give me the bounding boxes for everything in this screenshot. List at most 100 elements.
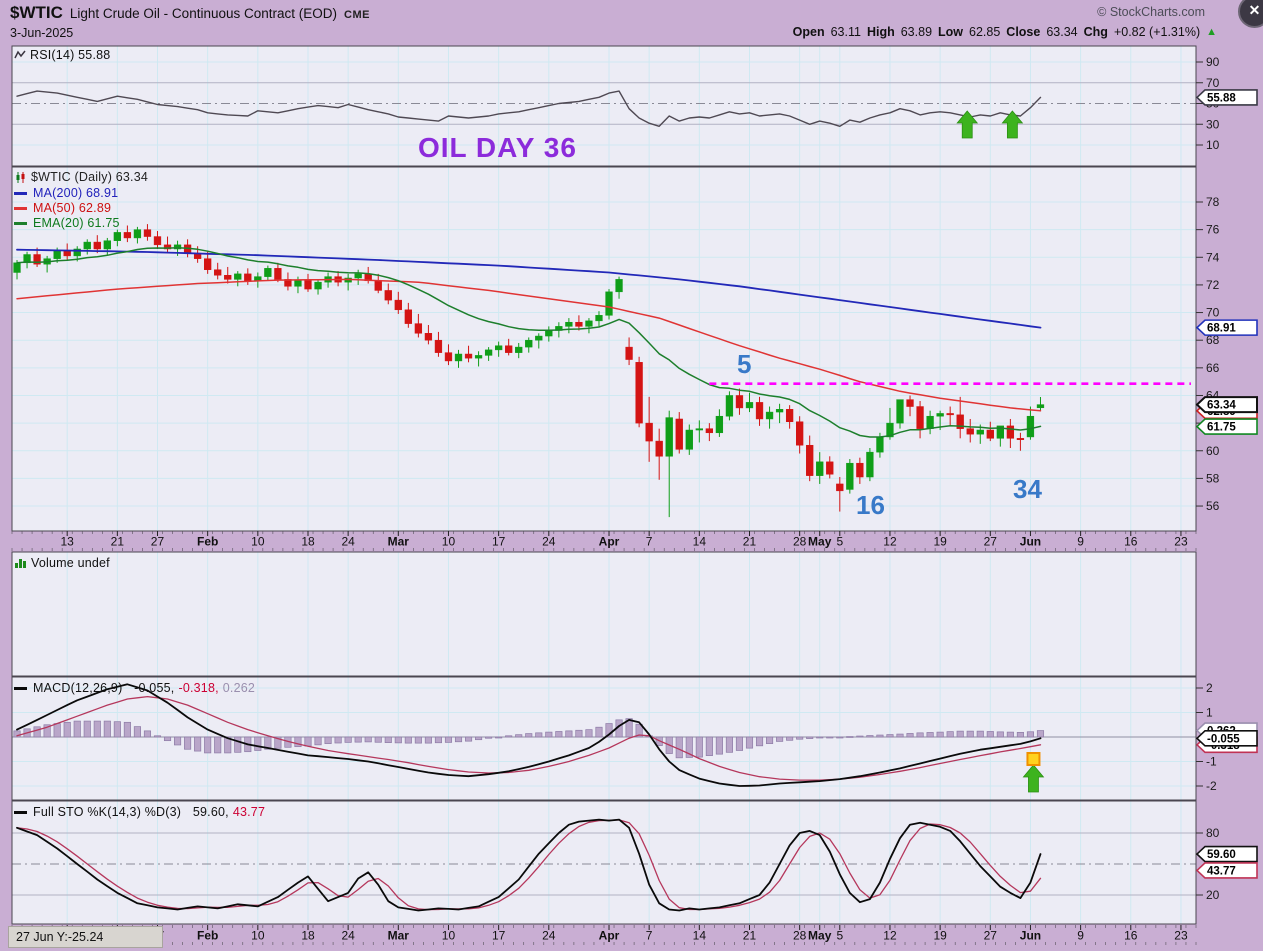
indicator-squiggle-icon <box>14 50 26 59</box>
svg-text:55.88: 55.88 <box>1207 92 1236 104</box>
x-tick-label: 24 <box>542 535 556 549</box>
ma200-legend-text: MA(200) 68.91 <box>33 186 119 200</box>
x-tick-label: 14 <box>693 929 707 943</box>
y-tick-label: 60 <box>1206 444 1220 458</box>
count-annotation-5: 5 <box>737 349 752 379</box>
rsi-legend: RSI(14) 55.88 <box>14 48 110 62</box>
volume-legend-text: Volume undef <box>31 556 110 570</box>
x-tick-label: 10 <box>442 929 456 943</box>
x-tick-label: 10 <box>251 929 265 943</box>
x-tick-label: 21 <box>111 535 125 549</box>
axis-callout-43.77: 43.77 <box>1195 862 1258 879</box>
x-tick-label: 27 <box>984 929 998 943</box>
y-tick-label: 58 <box>1206 471 1220 485</box>
y-tick-label: 10 <box>1206 138 1220 152</box>
svg-text:68.91: 68.91 <box>1207 323 1236 335</box>
low-value: 62.85 <box>969 25 1001 39</box>
x-tick-label: 27 <box>151 535 165 549</box>
svg-text:43.77: 43.77 <box>1207 865 1236 877</box>
sto-dash-icon <box>14 810 27 814</box>
axis-callout-59.60: 59.60 <box>1195 845 1258 863</box>
x-tick-label: 28 <box>793 535 807 549</box>
x-tick-label: 21 <box>743 535 757 549</box>
y-tick-label: 2 <box>1206 681 1213 695</box>
sto-value-2: 43.77 <box>232 805 266 819</box>
y-tick-label: 80 <box>1206 826 1220 840</box>
x-tick-label: 28 <box>793 929 807 943</box>
y-tick-label: 90 <box>1206 55 1220 69</box>
axis-callout-68.91: 68.91 <box>1195 319 1258 336</box>
y-tick-label: 30 <box>1206 117 1220 131</box>
macd-value-2: -0.318, <box>178 681 219 695</box>
high-label: High <box>866 25 895 39</box>
x-tick-label: Jun <box>1020 929 1041 943</box>
macd-value-1: -0.055, <box>134 681 175 695</box>
x-tick-label: Feb <box>197 929 218 943</box>
symbol-ticker: $WTIC <box>10 3 63 22</box>
svg-text:63.34: 63.34 <box>1207 400 1236 412</box>
ma50-dash-icon <box>14 206 27 210</box>
axis-callout-55.88: 55.88 <box>1195 89 1258 106</box>
x-tick-label: 21 <box>743 929 757 943</box>
chart-date: 3-Jun-2025 <box>10 26 74 40</box>
x-tick-label: 17 <box>492 535 506 549</box>
x-tick-label: 18 <box>301 929 315 943</box>
svg-text:61.75: 61.75 <box>1207 422 1236 434</box>
instrument-title: Light Crude Oil - Continuous Contract (E… <box>69 6 337 21</box>
x-tick-label: 19 <box>933 535 947 549</box>
x-tick-label: May <box>808 929 832 943</box>
axis-callout--0.055: -0.055 <box>1195 730 1258 747</box>
x-tick-label: Mar <box>388 535 410 549</box>
quote-summary: Open 63.11 High 63.89 Low 62.85 Close 63… <box>793 25 1217 39</box>
axis-callout-63.34: 63.34 <box>1195 396 1258 414</box>
y-tick-label: 70 <box>1206 76 1220 90</box>
chart-header: $WTIC Light Crude Oil - Continuous Contr… <box>10 3 370 23</box>
macd-dash-icon <box>14 686 27 690</box>
x-tick-label: 24 <box>341 535 355 549</box>
y-tick-label: 74 <box>1206 250 1220 264</box>
open-label: Open <box>792 25 825 39</box>
x-tick-label: 14 <box>693 535 707 549</box>
chg-label: Chg <box>1083 25 1108 39</box>
ema20-legend-text: EMA(20) 61.75 <box>33 216 120 230</box>
x-tick-label: 17 <box>492 929 506 943</box>
stockcharts-chart-page: { "header": { "symbol": "$WTIC", "title"… <box>0 0 1263 951</box>
axis-callout-61.75: 61.75 <box>1195 418 1258 435</box>
y-axis: 907050301078767472706866646260585621-1-2… <box>1195 55 1258 902</box>
x-tick-label: 27 <box>984 535 998 549</box>
x-tick-label: 5 <box>836 929 843 943</box>
y-tick-label: 70 <box>1206 306 1220 320</box>
ma200-dash-icon <box>14 191 27 195</box>
oil-day-annotation: OIL DAY 36 <box>418 132 577 163</box>
y-tick-label: -1 <box>1206 755 1217 769</box>
x-tick-label: 9 <box>1077 929 1084 943</box>
x-tick-label: 18 <box>301 535 315 549</box>
high-value: 63.89 <box>900 25 933 39</box>
ma200-legend: MA(200) 68.91 <box>14 186 118 200</box>
x-tick-label: 24 <box>341 929 355 943</box>
x-tick-label: 12 <box>883 929 897 943</box>
y-tick-label: 76 <box>1206 223 1220 237</box>
x-tick-label: 10 <box>442 535 456 549</box>
open-value: 63.11 <box>830 25 861 39</box>
x-tick-label: 10 <box>251 535 265 549</box>
ema20-dash-icon <box>14 221 27 225</box>
x-tick-label: Apr <box>599 929 620 943</box>
close-value: 63.34 <box>1046 25 1078 39</box>
x-tick-label: Feb <box>197 535 218 549</box>
count-annotation-16: 16 <box>856 490 885 520</box>
macd-legend-text: MACD(12,26,9) <box>33 681 123 695</box>
chg-up-triangle-icon: ▲ <box>1206 26 1217 38</box>
y-tick-label: 72 <box>1206 278 1220 292</box>
sto-value-1: 59.60, <box>192 805 229 819</box>
rsi-panel <box>12 46 1196 166</box>
stockcharts-credit: © StockCharts.com <box>1097 5 1205 19</box>
y-tick-label: 1 <box>1206 706 1213 720</box>
x-tick-label: 16 <box>1124 535 1138 549</box>
svg-text:59.60: 59.60 <box>1207 849 1236 861</box>
x-tick-label: 23 <box>1174 535 1188 549</box>
x-tick-label: 16 <box>1124 929 1138 943</box>
x-tick-label: 9 <box>1077 535 1084 549</box>
price-legend-text: $WTIC (Daily) 63.34 <box>31 170 149 184</box>
x-tick-label: Jun <box>1020 535 1041 549</box>
